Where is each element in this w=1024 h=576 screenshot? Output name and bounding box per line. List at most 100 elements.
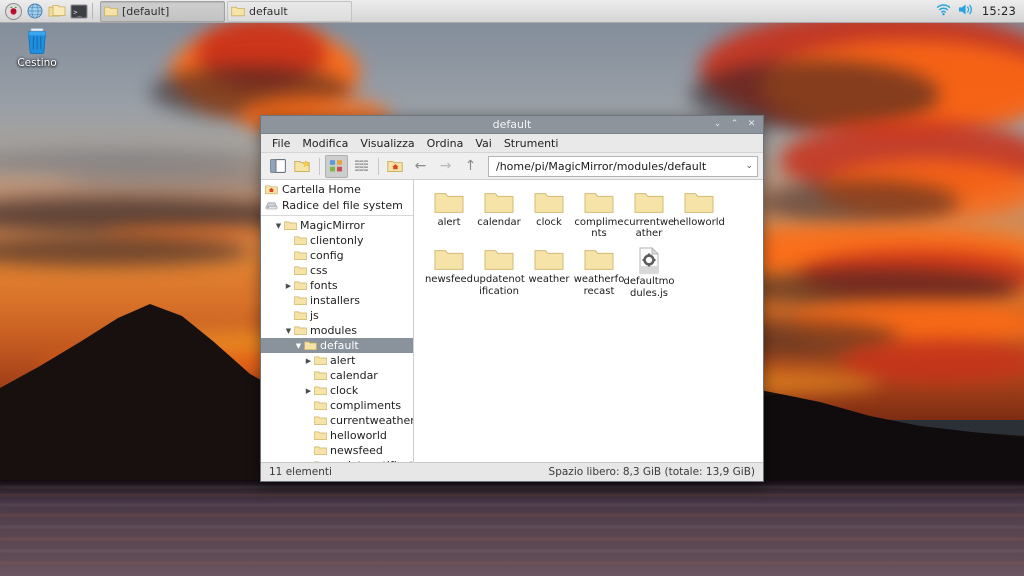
tree-item-calendar[interactable]: calendar	[261, 368, 413, 383]
tree-item-label: clock	[330, 384, 359, 397]
folder-icon	[484, 193, 514, 213]
twisty-open-icon[interactable]: ▼	[273, 222, 284, 230]
terminal-icon[interactable]: >_	[69, 1, 89, 21]
file-list-pane[interactable]: alert calendar clock compliments currentweat…	[414, 180, 763, 462]
new-folder-icon[interactable]	[291, 155, 314, 178]
sidebar-toggle-icon[interactable]	[266, 155, 289, 178]
close-button[interactable]: ✕	[747, 120, 756, 129]
tree-item-css[interactable]: css	[261, 263, 413, 278]
menu-strumenti[interactable]: Strumenti	[498, 136, 565, 151]
forward-button[interactable]: →	[434, 155, 457, 178]
desktop-icon-trash[interactable]: Cestino	[6, 26, 68, 70]
menu-vai[interactable]: Vai	[469, 136, 497, 151]
tree-item-newsfeed[interactable]: newsfeed	[261, 443, 413, 458]
twisty-closed-icon[interactable]: ▶	[303, 387, 314, 395]
path-text: /home/pi/MagicMirror/modules/default	[496, 159, 707, 173]
file-item[interactable]: clock	[524, 188, 574, 239]
icon-view-icon[interactable]	[325, 154, 348, 178]
maximize-button[interactable]: ⌃	[730, 120, 739, 129]
twisty-open-icon[interactable]: ▼	[283, 327, 294, 335]
menu-file[interactable]: File	[266, 136, 296, 151]
menu-visualizza[interactable]: Visualizza	[354, 136, 420, 151]
menu-ordina[interactable]: Ordina	[421, 136, 470, 151]
volume-icon[interactable]	[958, 3, 975, 19]
tree-folder-icon	[314, 385, 327, 396]
file-item[interactable]: weatherforecast	[574, 245, 624, 298]
place-filesystem-root[interactable]: Radice del file system	[261, 197, 413, 213]
folder-icon	[294, 326, 307, 336]
file-item[interactable]: updatenotification	[473, 245, 525, 298]
tree-item-installers[interactable]: installers	[261, 293, 413, 308]
file-item-label: compliments	[574, 217, 624, 240]
tree-item-label: compliments	[330, 399, 402, 412]
twisty-closed-icon[interactable]: ▶	[303, 357, 314, 365]
file-manager-icon[interactable]	[47, 1, 67, 21]
file-item-label: calendar	[477, 217, 521, 228]
file-item[interactable]: helloworld	[673, 188, 725, 239]
tree-folder-icon	[294, 265, 307, 276]
file-item[interactable]: weather	[524, 245, 574, 298]
home-folder-icon	[265, 184, 278, 194]
folder-icon	[104, 6, 118, 17]
tree-item-clock[interactable]: ▶ clock	[261, 383, 413, 398]
file-item[interactable]: compliments	[574, 188, 624, 239]
folder-icon	[294, 281, 307, 291]
directory-tree[interactable]: ▼ MagicMirror clientonly config css ▶ fonts ins…	[261, 216, 413, 462]
menu-modifica[interactable]: Modifica	[296, 136, 354, 151]
tree-item-modules[interactable]: ▼ modules	[261, 323, 413, 338]
folder-icon	[304, 341, 317, 351]
status-item-count: 11 elementi	[269, 466, 332, 478]
folder-icon	[434, 250, 464, 271]
folder-icon	[294, 236, 307, 246]
file-item[interactable]: newsfeed	[424, 245, 474, 298]
script-file-icon	[639, 247, 660, 274]
tree-item-compliments[interactable]: compliments	[261, 398, 413, 413]
chevron-down-icon[interactable]: ⌄	[741, 161, 753, 171]
tree-item-js[interactable]: js	[261, 308, 413, 323]
drive-icon	[265, 202, 278, 209]
file-item[interactable]: defaultmodules.js	[623, 245, 675, 299]
minimize-button[interactable]: ⌄	[713, 120, 722, 129]
tree-folder-icon	[284, 220, 297, 231]
taskbar-window-list: [default] default	[100, 0, 352, 22]
tree-item-fonts[interactable]: ▶ fonts	[261, 278, 413, 293]
tree-item-clientonly[interactable]: clientonly	[261, 233, 413, 248]
file-item[interactable]: currentweather	[624, 188, 674, 239]
file-item[interactable]: alert	[424, 188, 474, 239]
menubar: File Modifica Visualizza Ordina Vai Stru…	[261, 134, 763, 153]
tree-item-alert[interactable]: ▶ alert	[261, 353, 413, 368]
file-item[interactable]: calendar	[474, 188, 524, 239]
home-icon[interactable]	[384, 155, 407, 178]
taskbar: >_ [default] default 15:23	[0, 0, 1024, 23]
up-arrow-icon: ↑	[464, 158, 477, 174]
list-view-icon[interactable]	[350, 155, 373, 178]
back-button[interactable]: ←	[409, 155, 432, 178]
tree-item-helloworld[interactable]: helloworld	[261, 428, 413, 443]
task-button-default[interactable]: default	[227, 0, 352, 22]
window-titlebar[interactable]: default ⌄ ⌃ ✕	[261, 116, 763, 134]
tree-item-label: fonts	[310, 279, 338, 292]
task-button-label: [default]	[122, 4, 170, 18]
tree-item-magicmirror[interactable]: ▼ MagicMirror	[261, 218, 413, 233]
up-button[interactable]: ↑	[459, 155, 482, 178]
twisty-open-icon[interactable]: ▼	[293, 342, 304, 350]
tree-item-currentweather[interactable]: currentweather	[261, 413, 413, 428]
tree-item-default[interactable]: ▼ default	[261, 338, 413, 353]
path-entry[interactable]: /home/pi/MagicMirror/modules/default ⌄	[488, 155, 758, 177]
place-home[interactable]: Cartella Home	[261, 181, 413, 197]
raspberry-menu-icon[interactable]	[3, 1, 23, 21]
place-label: Radice del file system	[282, 198, 403, 212]
web-browser-icon[interactable]	[25, 1, 45, 21]
place-label: Cartella Home	[282, 182, 361, 196]
task-button-default-bracket[interactable]: [default]	[100, 0, 225, 22]
svg-text:>_: >_	[73, 8, 82, 16]
tree-item-label: clientonly	[310, 234, 364, 247]
tree-folder-icon	[294, 295, 307, 306]
tree-item-config[interactable]: config	[261, 248, 413, 263]
clock[interactable]: 15:23	[982, 4, 1016, 18]
window-controls: ⌄ ⌃ ✕	[713, 120, 763, 129]
tree-item-updatenotification[interactable]: updatenotification	[261, 458, 413, 462]
wifi-icon[interactable]	[936, 3, 951, 19]
twisty-closed-icon[interactable]: ▶	[283, 282, 294, 290]
file-item-label: updatenotification	[473, 274, 525, 297]
